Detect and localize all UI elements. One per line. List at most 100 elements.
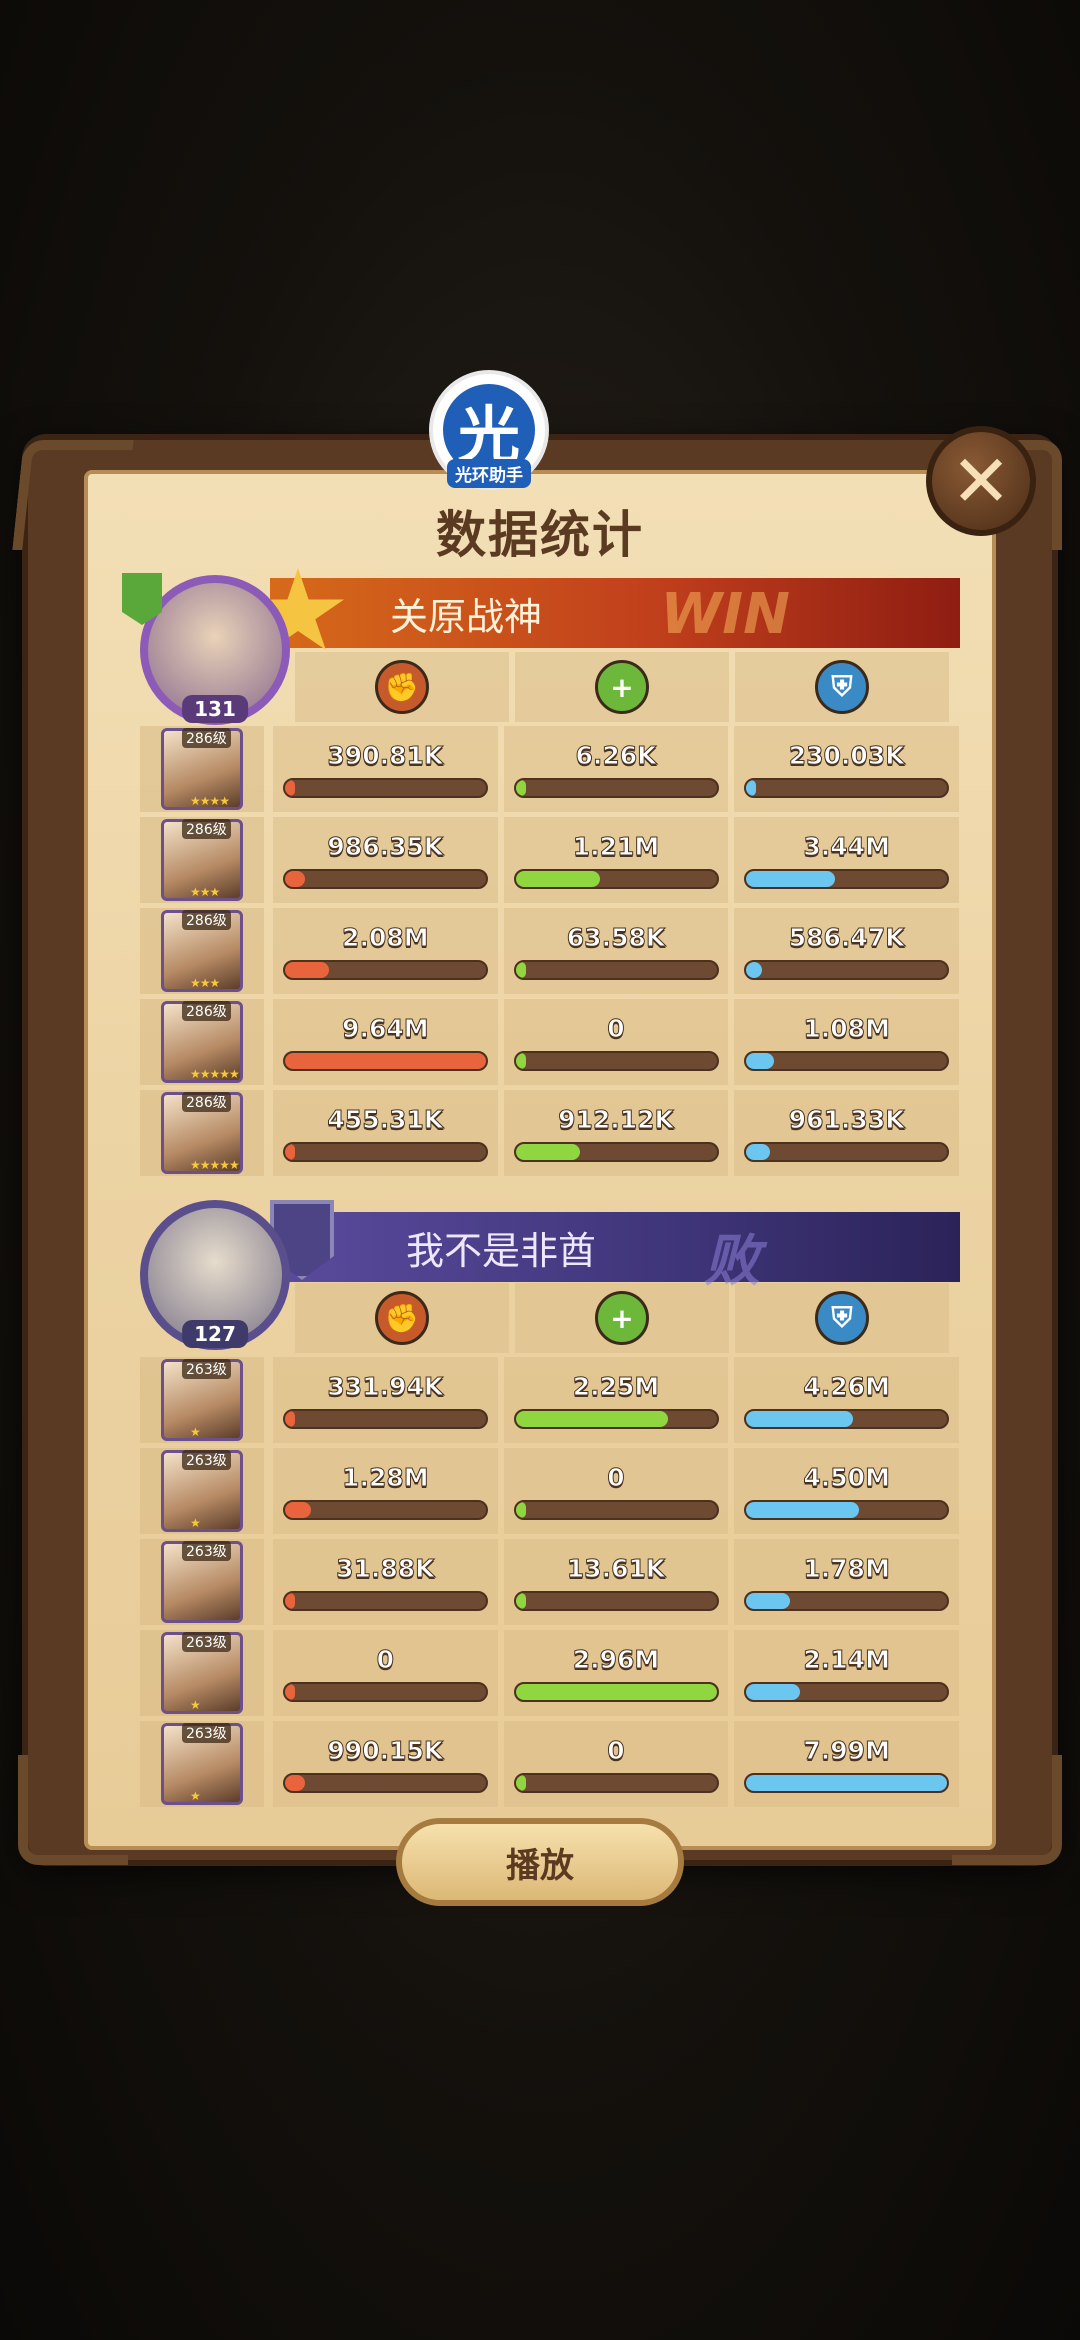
team2-avatar[interactable]: 127 [140,1200,290,1350]
attack-icon: ✊ [375,1291,429,1345]
damage-value: 986.35K [327,831,444,861]
hero-portrait[interactable]: 286级 ★★★ [140,908,264,994]
hero-level: 263级 [182,1359,231,1379]
tank-bar-fill [746,961,763,978]
tank-cell: 586.47K [734,908,960,994]
team2-stat-header: ✊ + ⛨ [292,1283,952,1353]
hero-portrait[interactable]: 286级 ★★★★★ [140,999,264,1085]
damage-bar-fill [284,779,295,796]
team1-name: 关原战神 [390,594,543,639]
team1-result: WIN [660,582,790,647]
hero-stars: ★ [190,1425,201,1439]
hero-level: 286级 [182,910,231,930]
hero-level: 263级 [182,1450,231,1470]
hero-portrait[interactable]: 263级 ★ [140,1357,264,1443]
heal-value: 0 [607,1735,625,1765]
heal-bar-fill [515,1592,526,1609]
team1-level: 131 [182,695,248,723]
damage-bar-fill [284,1143,295,1160]
team1-avatar[interactable]: 131 [140,575,290,725]
hero-row: 286级 ★★★ 986.35K 1.21M 3.44M [140,817,962,903]
damage-bar-fill [284,1501,311,1518]
heal-bar-fill [515,870,600,887]
hero-portrait[interactable]: 263级 ★ [140,1630,264,1716]
damage-bar [282,1499,488,1520]
damage-value: 331.94K [327,1371,444,1401]
tank-value: 230.03K [788,740,905,770]
hero-row: 263级 ★ 331.94K 2.25M 4.26M [140,1357,962,1443]
damage-bar-fill [284,1683,295,1700]
tank-value: 586.47K [788,922,905,952]
close-button[interactable]: ✕ [926,426,1036,536]
frame-corner [952,1755,1062,1865]
heal-cell: 13.61K [503,1539,729,1625]
heal-bar-fill [515,1052,526,1069]
hero-portrait[interactable]: 263级 [140,1539,264,1625]
heal-value: 6.26K [575,740,657,770]
tank-value: 961.33K [788,1104,905,1134]
tank-value: 2.14M [803,1644,891,1674]
tank-cell: 3.44M [734,817,960,903]
hero-portrait[interactable]: 286级 ★★★★ [140,726,264,812]
tank-bar-fill [746,870,835,887]
tank-bar-fill [746,1592,791,1609]
heal-cell: 2.25M [503,1357,729,1443]
damage-bar-fill [284,961,330,978]
hero-row: 286级 ★★★★★ 455.31K 912.12K 961.33K [140,1090,962,1176]
heal-bar [513,777,719,798]
team2-banner: 我不是非酋 败 [286,1212,960,1294]
heal-cell: 0 [503,999,729,1085]
heal-bar-fill [515,1683,717,1700]
defense-icon: ⛨ [815,1291,869,1345]
heal-cell: 1.21M [503,817,729,903]
damage-cell: 1.28M [273,1448,498,1534]
heal-value: 2.96M [572,1644,660,1674]
tank-value: 1.08M [803,1013,891,1043]
hero-stars: ★ [190,1516,201,1530]
heal-cell: 63.58K [503,908,729,994]
tank-bar [744,1590,950,1611]
tank-cell: 7.99M [734,1721,960,1807]
tank-bar [744,1681,950,1702]
hero-row: 286级 ★★★ 2.08M 63.58K 586.47K [140,908,962,994]
damage-bar-fill [284,1592,295,1609]
heal-cell: 2.96M [503,1630,729,1716]
tank-bar [744,1772,950,1793]
heal-cell: 0 [503,1721,729,1807]
tank-bar-fill [746,1501,859,1518]
tank-value: 4.50M [803,1462,891,1492]
heal-bar [513,1499,719,1520]
damage-cell: 990.15K [273,1721,498,1807]
tank-bar-fill [746,1774,948,1791]
page-title: 数据统计 [436,506,644,564]
hero-level: 286级 [182,819,231,839]
damage-cell: 455.31K [273,1090,498,1176]
hero-row: 263级 ★ 1.28M 0 4.50M [140,1448,962,1534]
heal-bar [513,1141,719,1162]
hero-portrait[interactable]: 286级 ★★★ [140,817,264,903]
damage-value: 455.31K [327,1104,444,1134]
damage-bar [282,1590,488,1611]
hero-portrait[interactable]: 263级 ★ [140,1721,264,1807]
play-button[interactable]: 播放 [396,1818,684,1906]
heal-value: 0 [607,1013,625,1043]
heal-bar [513,959,719,980]
heal-bar-fill [515,1774,526,1791]
hero-row: 286级 ★★★★★ 9.64M 0 1.08M [140,999,962,1085]
team2-name: 我不是非酋 [406,1228,597,1273]
damage-bar [282,777,488,798]
damage-bar [282,1681,488,1702]
tank-bar-fill [746,1143,771,1160]
heal-bar [513,1681,719,1702]
hero-portrait[interactable]: 263级 ★ [140,1448,264,1534]
tank-value: 1.78M [803,1553,891,1583]
heal-value: 1.21M [572,831,660,861]
hero-portrait[interactable]: 286级 ★★★★★ [140,1090,264,1176]
team2-level: 127 [182,1320,248,1348]
tank-value: 3.44M [803,831,891,861]
heal-value: 63.58K [566,922,666,952]
app-logo-label: 光环助手 [447,459,531,488]
hero-stars: ★★★★ [190,794,230,808]
tank-bar-fill [746,1052,775,1069]
damage-cell: 31.88K [273,1539,498,1625]
